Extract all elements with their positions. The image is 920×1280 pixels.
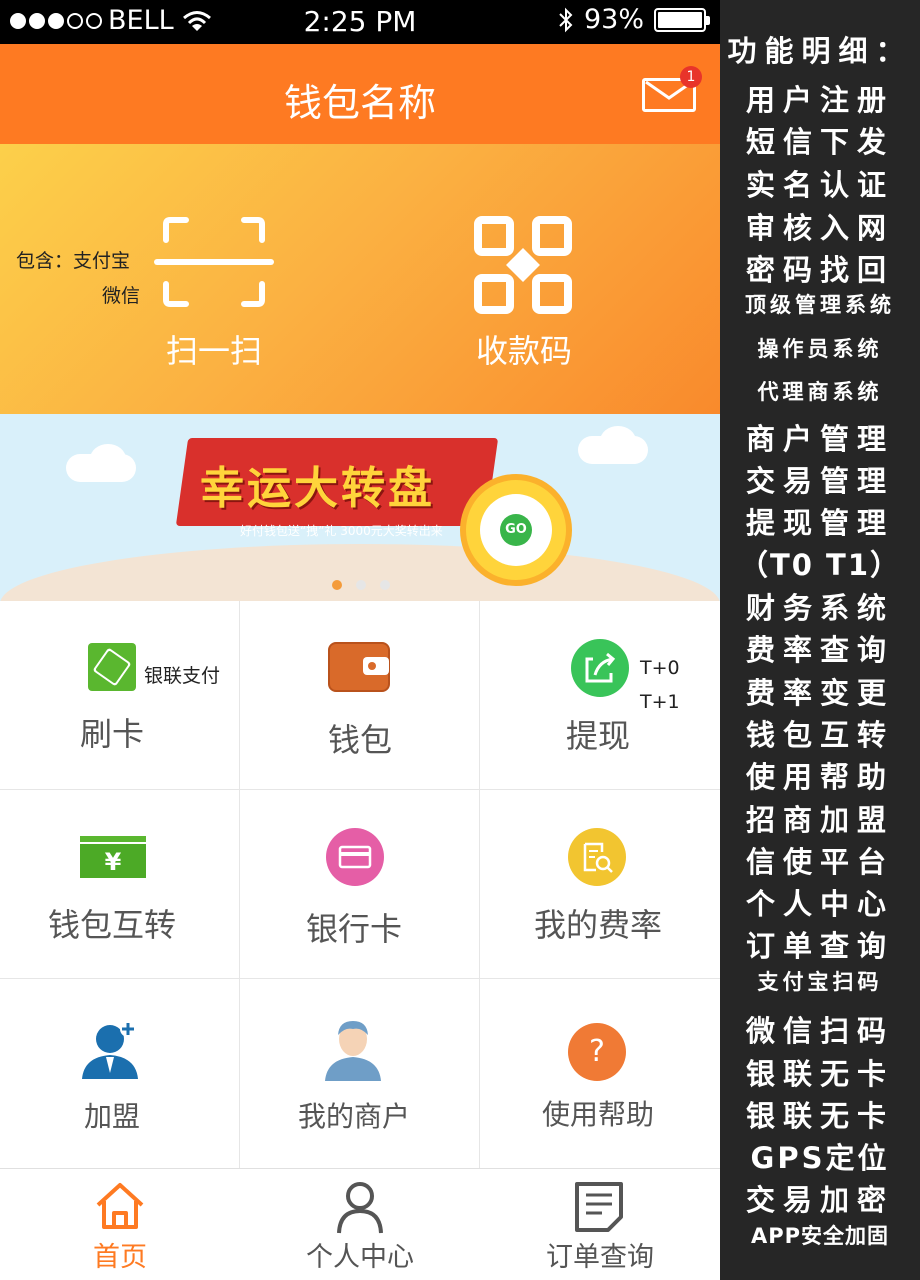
feature-item: 操作员系统: [757, 337, 883, 361]
feature-item: GPS定位: [750, 1141, 890, 1175]
withdraw-label: 提现: [565, 717, 630, 755]
help-icon: ?: [568, 1023, 626, 1081]
tab-bar: 首页 个人中心 订单查询: [0, 1168, 720, 1280]
feature-item: 银联无卡: [745, 1057, 894, 1091]
grid-item-help[interactable]: ? 使用帮助: [480, 979, 720, 1169]
qrcode-icon[interactable]: [474, 216, 572, 314]
my-merchants-label: 我的商户: [297, 1100, 410, 1133]
feature-item: 订单查询: [745, 929, 894, 963]
feature-item: 钱包互转: [745, 718, 894, 752]
mail-badge: 1: [680, 66, 702, 88]
feature-item: 提现管理: [745, 506, 894, 540]
swipe-card-label: 刷卡: [79, 715, 144, 753]
wallet-icon: [328, 642, 390, 692]
feature-item: 交易管理: [745, 464, 894, 498]
wallet-transfer-label: 钱包互转: [47, 906, 176, 944]
carousel-dot[interactable]: [380, 580, 390, 590]
wheel-go-button[interactable]: GO: [500, 514, 532, 546]
tab-profile[interactable]: 个人中心: [240, 1169, 480, 1280]
grid-item-swipe-card[interactable]: 银联支付 刷卡: [0, 601, 240, 790]
phone-screen: BELL 2:25 PM 93% 钱包名称 1 包含：支付宝 微信 扫一扫 收款…: [0, 0, 720, 1280]
withdraw-icon: [571, 639, 629, 697]
grid-item-my-merchants[interactable]: 我的商户: [240, 979, 480, 1169]
banner-subtitle: 好付钱包送“拽”礼 3000元大奖转出来: [240, 524, 443, 538]
wallet-label: 钱包: [327, 721, 392, 759]
tab-orders-label: 订单查询: [546, 1242, 654, 1273]
hero-panel: [0, 144, 720, 414]
battery-percent: 93%: [583, 4, 644, 35]
help-label: 使用帮助: [541, 1098, 654, 1131]
feature-list-title: 功能明细：: [727, 34, 913, 68]
feature-item: 个人中心: [745, 887, 894, 921]
grid-item-bank-card[interactable]: 银行卡: [240, 790, 480, 979]
join-label: 加盟: [83, 1100, 140, 1133]
user-icon: [337, 1182, 383, 1234]
home-icon: [96, 1183, 144, 1229]
feature-item: 代理商系统: [757, 380, 883, 404]
feature-item: （T0 T1）: [738, 548, 902, 582]
feature-item: 微信扫码: [745, 1014, 894, 1048]
feature-item: 信使平台: [745, 845, 894, 879]
bank-card-icon: [326, 828, 384, 886]
feature-item: 实名认证: [745, 168, 894, 202]
order-list-icon: [575, 1182, 623, 1232]
payment-note-line1: 包含：支付宝: [16, 250, 131, 272]
tab-orders[interactable]: 订单查询: [480, 1169, 720, 1280]
feature-item: 交易加密: [745, 1183, 894, 1217]
qrcode-label[interactable]: 收款码: [444, 326, 604, 372]
my-rate-label: 我的费率: [533, 906, 662, 944]
feature-item: 审核入网: [745, 211, 894, 245]
swipe-card-note: 银联支付: [144, 665, 221, 687]
feature-item: 财务系统: [745, 591, 894, 625]
bluetooth-icon: [559, 7, 573, 32]
grid-item-withdraw[interactable]: T+0 T+1 提现: [480, 601, 720, 790]
battery-icon: [654, 7, 710, 32]
scan-icon[interactable]: [152, 216, 276, 308]
grid-item-wallet-transfer[interactable]: ¥ 钱包互转: [0, 790, 240, 979]
card-swipe-icon: [88, 643, 136, 691]
svg-text:¥: ¥: [105, 848, 122, 876]
carousel-dot-active[interactable]: [332, 580, 342, 590]
add-user-icon: [82, 1021, 138, 1079]
app-header: 钱包名称: [0, 44, 720, 144]
carousel-dot[interactable]: [356, 580, 366, 590]
rate-search-icon: [568, 828, 626, 886]
feature-item: 密码找回: [745, 253, 894, 287]
grid-item-wallet[interactable]: 钱包: [240, 601, 480, 790]
banner-title: 幸运大转盘: [200, 463, 435, 514]
merchant-user-icon: [325, 1021, 381, 1081]
feature-item: APP安全加固: [750, 1224, 890, 1248]
payment-note-line2: 微信: [102, 285, 141, 307]
page-title: 钱包名称: [283, 81, 436, 125]
feature-item: 费率查询: [745, 633, 894, 667]
withdraw-t0-note: T+0: [640, 657, 680, 679]
scan-label[interactable]: 扫一扫: [134, 326, 294, 372]
tab-home[interactable]: 首页: [0, 1169, 240, 1280]
grid-item-join[interactable]: 加盟: [0, 979, 240, 1169]
feature-item: 使用帮助: [745, 760, 894, 794]
tab-profile-label: 个人中心: [306, 1242, 414, 1273]
feature-item: 用户注册: [745, 83, 894, 117]
feature-item: 银联无卡: [745, 1099, 894, 1133]
withdraw-t1-note: T+1: [640, 691, 680, 713]
feature-item: 顶级管理系统: [745, 293, 895, 317]
feature-item: 费率变更: [745, 676, 894, 710]
grid-item-my-rate[interactable]: 我的费率: [480, 790, 720, 979]
feature-item: 招商加盟: [745, 803, 894, 837]
feature-item: 支付宝扫码: [757, 970, 883, 994]
status-bar: BELL 2:25 PM 93%: [0, 0, 720, 44]
money-icon: ¥: [80, 836, 146, 878]
feature-item: 短信下发: [745, 125, 894, 159]
bank-card-label: 银行卡: [305, 910, 402, 948]
feature-list-panel: 功能明细： 用户注册 短信下发 实名认证 审核入网 密码找回 顶级管理系统 操作…: [720, 0, 920, 1280]
tab-home-label: 首页: [93, 1242, 147, 1273]
feature-item: 商户管理: [745, 422, 894, 456]
feature-grid: 银联支付 刷卡 钱包 T+0 T+1 提现 ¥ 钱包互转 银行卡 我的费率 加盟…: [0, 601, 720, 1169]
